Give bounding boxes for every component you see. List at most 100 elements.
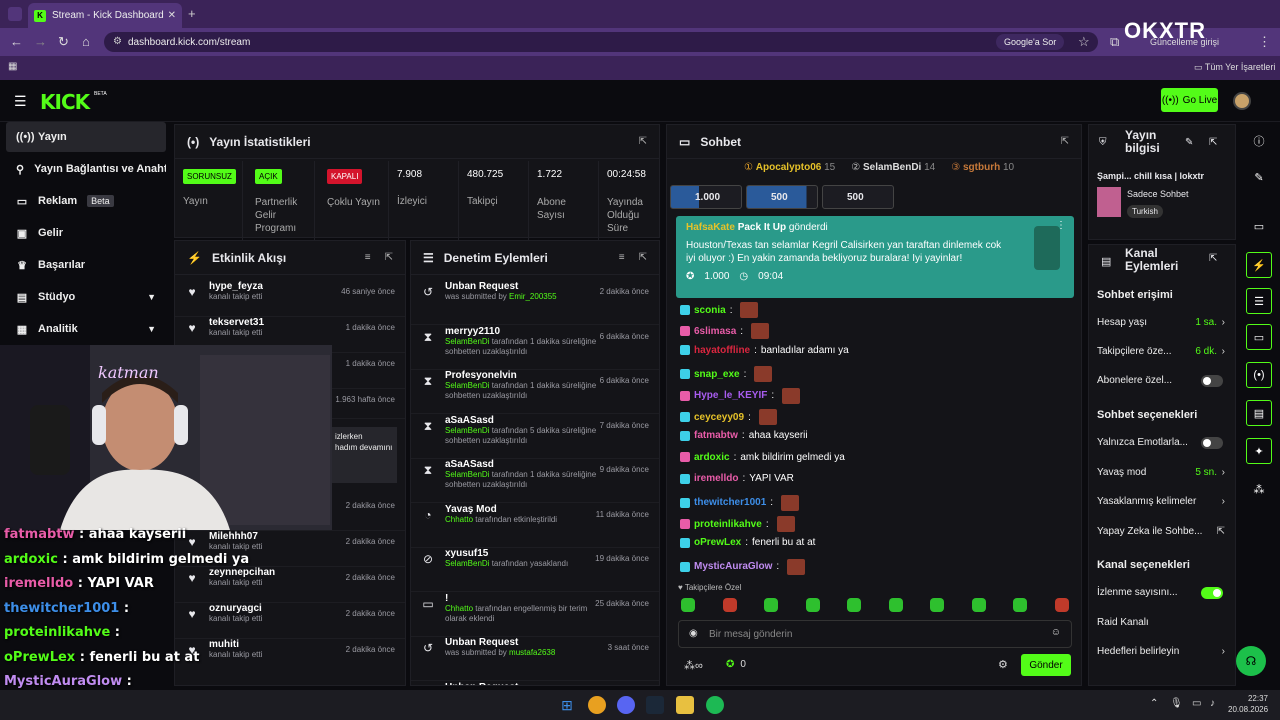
- discord-icon[interactable]: [617, 696, 635, 714]
- filter-icon[interactable]: ≡: [365, 252, 371, 263]
- chat-message[interactable]: iremelldo: YAPI VAR: [680, 473, 794, 484]
- emotes-only-row[interactable]: Yalnızca Emotlarla...: [1097, 436, 1225, 449]
- table-row[interactable]: ↺ Unban Request was submitted by ghsyshs…: [411, 682, 659, 686]
- subs-only-row[interactable]: Abonelere özel...: [1097, 374, 1225, 387]
- bookmark-star-icon[interactable]: ☆: [1078, 34, 1090, 50]
- chat-message[interactable]: 6slimasa:: [680, 323, 770, 340]
- chat-message[interactable]: oPrewLex: fenerli bu at at: [680, 537, 815, 548]
- steam-icon[interactable]: [646, 696, 664, 714]
- table-row[interactable]: ⧗ merryy2110 SelamBenDi tarafından 1 dak…: [411, 326, 659, 370]
- browser-tab[interactable]: K Stream - Kick Dashboard ✕: [28, 3, 182, 28]
- close-icon[interactable]: ✕: [168, 10, 176, 21]
- emote-icon[interactable]: [1054, 598, 1069, 612]
- hamburger-menu-icon[interactable]: ☰: [14, 93, 27, 110]
- gifter-3[interactable]: ③ sgtburh 10: [951, 162, 1014, 173]
- emoji-icon[interactable]: ☺: [1051, 627, 1061, 638]
- tray-chevron-icon[interactable]: ⌃: [1150, 698, 1158, 709]
- chat-username[interactable]: oPrewLex: [694, 537, 741, 548]
- chat-message[interactable]: ceyceyy09:: [680, 409, 777, 425]
- emote-icon[interactable]: [1013, 598, 1027, 612]
- chat-message[interactable]: fatmabtw: ahaa kayserii: [680, 430, 808, 441]
- sidebar-item-achievements[interactable]: ♛ Başarılar: [6, 250, 166, 280]
- chat-message[interactable]: proteinlikahve:: [680, 516, 795, 532]
- broadcast-icon[interactable]: (•): [1246, 362, 1272, 388]
- lightning-icon[interactable]: ⚡: [1246, 252, 1272, 278]
- emote-menu-icon[interactable]: ⁂∞: [684, 659, 703, 672]
- card-icon[interactable]: ▭: [1246, 213, 1272, 239]
- emote-icon[interactable]: [971, 598, 986, 612]
- home-icon[interactable]: ⌂: [82, 34, 90, 49]
- viewer-count-row[interactable]: İzlenme sayısını...: [1097, 586, 1225, 599]
- gifter-1[interactable]: ① Apocalypto06 15: [744, 162, 835, 173]
- sidebar-item-studio[interactable]: ▤ Stüdyo ▼: [6, 282, 166, 312]
- table-row[interactable]: ⧗ Profesyonelvin SelamBenDi tarafından 1…: [411, 370, 659, 414]
- forward-icon[interactable]: →: [34, 34, 47, 49]
- chat-message[interactable]: snap_exe:: [680, 366, 773, 383]
- popout-icon[interactable]: ⇱: [1209, 253, 1217, 264]
- pinned-gift-card[interactable]: HafsaKate Pack It Up gönderdi Houston/Te…: [676, 216, 1074, 298]
- emote-icon[interactable]: [847, 598, 861, 612]
- chat-username[interactable]: thewitcher1001: [694, 497, 766, 508]
- site-info-icon[interactable]: ⚙: [113, 36, 122, 47]
- chat-username[interactable]: ceyceyy09: [694, 412, 744, 423]
- chat-username[interactable]: ardoxic: [694, 452, 730, 463]
- microphone-icon[interactable]: 🎙: [1170, 698, 1183, 709]
- go-live-button[interactable]: ((•)) Go Live: [1161, 88, 1218, 112]
- list-item[interactable]: ♥ zeynnepcihan kanalı takip etti 2 dakika ö…: [175, 567, 405, 603]
- windows-start-icon[interactable]: ⊞: [558, 696, 576, 714]
- category-name[interactable]: Sadece Sohbet: [1127, 189, 1189, 199]
- emote-icon[interactable]: [722, 598, 737, 612]
- edit-icon[interactable]: ✎: [1185, 137, 1193, 148]
- goal-pill-3[interactable]: 500: [822, 185, 894, 209]
- popout-icon[interactable]: ⇱: [639, 252, 647, 263]
- google-ask-button[interactable]: Google'a Sor: [996, 34, 1065, 50]
- banned-words-row[interactable]: Yasaklanmış kelimeler ›: [1097, 496, 1225, 507]
- account-age-row[interactable]: Hesap yaşı 1 sa. ›: [1097, 317, 1225, 328]
- list-item[interactable]: ♥ muhiti kanalı takip etti 2 dakika önce: [175, 639, 405, 675]
- spotify-icon[interactable]: [706, 696, 724, 714]
- taskbar-clock[interactable]: 22:37 20.08.2026: [1228, 693, 1268, 715]
- sidebar-item-stream[interactable]: ((•)) Yayın: [6, 122, 166, 152]
- slow-mode-row[interactable]: Yavaş mod 5 sn. ›: [1097, 467, 1225, 478]
- emotes-only-toggle[interactable]: [1201, 436, 1223, 449]
- chat-message[interactable]: hayatoffline: banladılar adamı ya: [680, 345, 849, 356]
- chat-message[interactable]: sconia:: [680, 302, 759, 318]
- gifter-2[interactable]: ② SelamBenDi 14: [851, 162, 935, 173]
- kick-logo[interactable]: KICK: [40, 90, 90, 114]
- chat-icon[interactable]: ▭: [1246, 324, 1272, 350]
- popout-icon[interactable]: ⇱: [1061, 136, 1069, 147]
- shield-icon[interactable]: ▤: [1246, 400, 1272, 426]
- emote-icon[interactable]: [764, 598, 778, 612]
- emote-icon[interactable]: [681, 598, 695, 612]
- chat-message[interactable]: ardoxic: amk bildirim gelmedi ya: [680, 452, 845, 463]
- send-button[interactable]: Gönder: [1021, 654, 1071, 676]
- chat-username[interactable]: snap_exe: [694, 369, 740, 380]
- table-row[interactable]: ⧗ aSaASasd SelamBenDi tarafından 1 dakik…: [411, 459, 659, 503]
- category-thumbnail[interactable]: [1097, 187, 1121, 217]
- emote-icon[interactable]: [930, 598, 944, 612]
- wrench-icon[interactable]: ✦: [1246, 438, 1272, 464]
- goal-pill-1[interactable]: 1.000: [670, 185, 742, 209]
- support-headset-icon[interactable]: ☊: [1236, 646, 1266, 676]
- emote-icon[interactable]: [888, 598, 903, 612]
- targets-row[interactable]: Hedefleri belirleyin ›: [1097, 646, 1225, 657]
- table-row[interactable]: ▭ ! Chhatto tarafından engellenmiş bir t…: [411, 593, 659, 637]
- table-row[interactable]: ↺ Unban Request was submitted by mustafa…: [411, 637, 659, 681]
- chat-username[interactable]: hayatoffline: [694, 345, 750, 356]
- table-row[interactable]: ⧗ aSaASasd SelamBenDi tarafından 5 dakik…: [411, 415, 659, 459]
- dots-cluster-icon[interactable]: ⁂: [1246, 476, 1272, 502]
- chrome-icon[interactable]: [588, 696, 606, 714]
- user-avatar[interactable]: [1233, 92, 1251, 110]
- subs-only-toggle[interactable]: [1201, 374, 1223, 387]
- ai-moderation-row[interactable]: Yapay Zeka ile Sohbe... ⇱: [1097, 526, 1225, 537]
- volume-icon[interactable]: ♪: [1210, 698, 1215, 709]
- sidebar-item-analytics[interactable]: ▦ Analitik ▼: [6, 314, 166, 344]
- chat-input[interactable]: ◉ Bir mesaj gönderin ☺: [678, 620, 1072, 648]
- chat-username[interactable]: Hype_le_KEYIF: [694, 390, 767, 401]
- table-row[interactable]: ◔ Yavaş Mod Chhatto tarafından etkinleşt…: [411, 504, 659, 548]
- folder-icon[interactable]: [676, 696, 694, 714]
- extensions-icon[interactable]: ⧉: [1110, 34, 1119, 50]
- pencil-icon[interactable]: ✎: [1246, 164, 1272, 190]
- url-bar[interactable]: ⚙ dashboard.kick.com/stream: [104, 32, 1098, 52]
- list-icon[interactable]: ☰: [1246, 288, 1272, 314]
